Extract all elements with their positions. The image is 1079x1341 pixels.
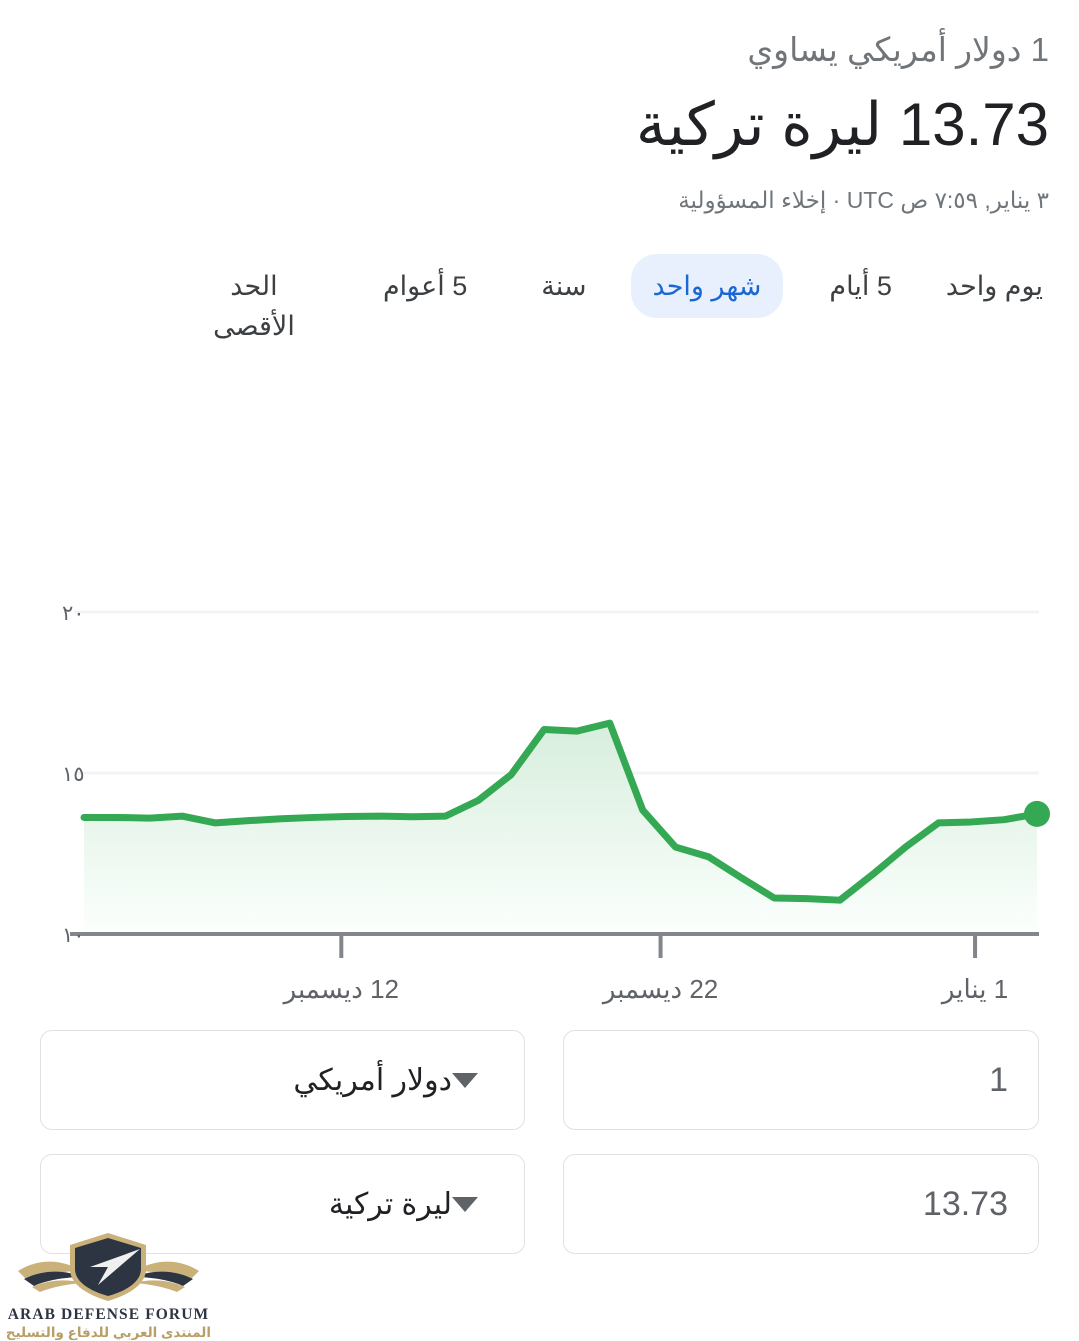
converter-row-from: 1 دولار أمريكي bbox=[40, 1030, 1039, 1130]
x-tick-label: 1 يناير bbox=[940, 974, 1008, 1005]
exchange-rate-chart[interactable]: ١٠ ١٥ ٢٠ 12 ديسمبر 22 ديسمبر 1 يناير bbox=[0, 560, 1079, 1020]
amount-value-to: 13.73 bbox=[922, 1184, 1008, 1223]
disclaimer-link[interactable]: إخلاء المسؤولية bbox=[678, 187, 826, 213]
currency-name-from: دولار أمريكي bbox=[293, 1063, 452, 1097]
x-tick-label: 22 ديسمبر bbox=[601, 974, 718, 1005]
currency-name-to: ليرة تركية bbox=[328, 1187, 452, 1221]
range-tab-bar: يوم واحد 5 أيام شهر واحد سنة 5 أعوام الح… bbox=[0, 253, 1079, 359]
chart-last-point-marker bbox=[1024, 800, 1050, 827]
range-tab-one-month[interactable]: شهر واحد bbox=[630, 253, 784, 319]
range-tab-one-day[interactable]: يوم واحد bbox=[924, 254, 1065, 319]
chart-area-fill bbox=[84, 723, 1037, 934]
amount-input-to[interactable]: 13.73 bbox=[563, 1154, 1039, 1254]
watermark-name-ar: المنتدى العربي للدفاع والتسليح bbox=[5, 1325, 211, 1340]
range-tab-five-days[interactable]: 5 أيام bbox=[807, 254, 914, 319]
range-tab-one-year[interactable]: سنة bbox=[519, 254, 608, 319]
chevron-down-icon bbox=[452, 1072, 478, 1088]
meta-line: ٣ يناير, ٧:٥٩ ص UTC · إخلاء المسؤولية bbox=[30, 184, 1049, 216]
rate-headline: 13.73 ليرة تركية bbox=[30, 87, 1049, 162]
chart-x-tick-labels: 12 ديسمبر 22 ديسمبر 1 يناير bbox=[282, 974, 1009, 1005]
currency-select-from[interactable]: دولار أمريكي bbox=[40, 1030, 525, 1130]
y-tick-label: ٢٠ bbox=[62, 602, 85, 625]
range-tab-max[interactable]: الحد الأقصى bbox=[179, 254, 329, 359]
currency-converter-page: 1 دولار أمريكي يساوي 13.73 ليرة تركية ٣ … bbox=[0, 0, 1079, 1340]
meta-separator: · bbox=[832, 186, 841, 213]
chart-x-axis bbox=[70, 932, 1039, 958]
watermark-name-en: ARAB DEFENSE FORUM bbox=[7, 1306, 210, 1323]
timestamp: ٣ يناير, ٧:٥٩ ص UTC bbox=[846, 186, 1049, 213]
chart-y-tick-labels: ١٠ ١٥ ٢٠ bbox=[62, 602, 85, 947]
converter-row-to: 13.73 ليرة تركية bbox=[40, 1154, 1039, 1254]
range-tab-five-years[interactable]: 5 أعوام bbox=[361, 254, 489, 319]
conversion-subject: 1 دولار أمريكي يساوي bbox=[747, 31, 1049, 68]
y-tick-label: ١٥ bbox=[62, 763, 85, 786]
chart-svg: ١٠ ١٥ ٢٠ 12 ديسمبر 22 ديسمبر 1 يناير bbox=[62, 602, 1050, 1005]
currency-select-to[interactable]: ليرة تركية bbox=[40, 1154, 525, 1254]
y-tick-label: ١٠ bbox=[62, 924, 85, 947]
rate-value: 13.73 bbox=[898, 90, 1049, 158]
amount-input-from[interactable]: 1 bbox=[563, 1030, 1039, 1130]
rate-unit: ليرة تركية bbox=[635, 90, 883, 158]
x-tick-label: 12 ديسمبر bbox=[282, 974, 399, 1005]
chevron-down-icon bbox=[452, 1196, 478, 1212]
watermark-monogram: DA bbox=[99, 1281, 118, 1296]
currency-converter: 1 دولار أمريكي 13.73 ليرة تركية bbox=[0, 1030, 1079, 1278]
amount-value-from: 1 bbox=[989, 1060, 1008, 1099]
header: 1 دولار أمريكي يساوي 13.73 ليرة تركية ٣ … bbox=[0, 0, 1079, 216]
